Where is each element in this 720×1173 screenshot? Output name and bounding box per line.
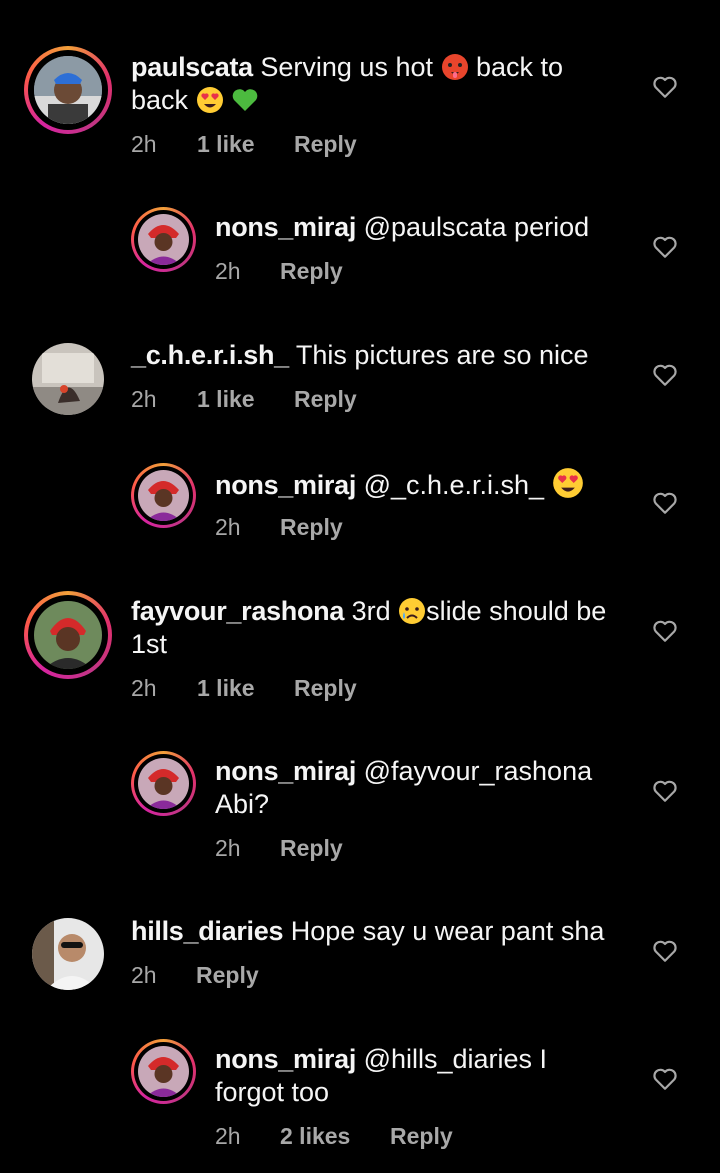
comment-time: 2h — [215, 258, 241, 284]
avatar[interactable] — [34, 601, 102, 669]
comment-time: 2h — [215, 514, 241, 540]
comment-time: 2h — [131, 386, 157, 412]
green-heart-emoji — [232, 89, 258, 111]
comment-item: paulscata Serving us hot back to back 2h… — [0, 0, 720, 190]
comment-username[interactable]: nons_miraj — [215, 1044, 356, 1074]
avatar[interactable] — [32, 918, 104, 990]
reply-item: nons_miraj @fayvour_rashona Abi? 2h Repl… — [0, 740, 720, 900]
comment-time: 2h — [215, 835, 241, 861]
heart-outline-icon[interactable] — [652, 75, 678, 99]
comment-username[interactable]: nons_miraj — [215, 212, 356, 242]
heart-outline-icon[interactable] — [652, 235, 678, 259]
reply-button[interactable]: Reply — [280, 514, 343, 541]
heart-outline-icon[interactable] — [652, 939, 678, 963]
reply-item: nons_miraj @hills_diaries I forgot too 2… — [0, 1030, 720, 1173]
heart-outline-icon[interactable] — [652, 779, 678, 803]
heart-eyes-emoji — [196, 87, 223, 113]
comment-text: paulscata Serving us hot back to back — [131, 52, 564, 115]
story-ring[interactable] — [131, 751, 196, 816]
avatar[interactable] — [138, 1046, 189, 1097]
heart-outline-icon[interactable] — [652, 1067, 678, 1091]
comment-username[interactable]: _c.h.e.r.i.sh_ — [131, 340, 289, 370]
like-count[interactable]: 1 like — [197, 131, 255, 158]
comment-time: 2h — [215, 1123, 241, 1149]
heart-outline-icon[interactable] — [652, 491, 678, 515]
story-ring[interactable] — [24, 46, 112, 134]
comment-time: 2h — [131, 131, 157, 157]
comment-item: _c.h.e.r.i.sh_ This pictures are so nice… — [0, 320, 720, 450]
reply-button[interactable]: Reply — [294, 386, 357, 413]
heart-outline-icon[interactable] — [652, 619, 678, 643]
reply-button[interactable]: Reply — [280, 835, 343, 862]
crying-face-emoji — [399, 598, 426, 624]
comment-username[interactable]: paulscata — [131, 52, 253, 82]
story-ring[interactable] — [131, 207, 196, 272]
story-ring[interactable] — [24, 591, 112, 679]
like-count[interactable]: 1 like — [197, 675, 255, 702]
like-count[interactable]: 2 likes — [280, 1123, 350, 1150]
reply-button[interactable]: Reply — [390, 1123, 453, 1150]
avatar[interactable] — [32, 343, 104, 415]
comment-item: fayvour_rashona 3rd slide should be 1st … — [0, 580, 720, 740]
avatar[interactable] — [138, 214, 189, 265]
comment-time: 2h — [131, 962, 157, 988]
heart-eyes-emoji — [552, 468, 583, 498]
avatar[interactable] — [34, 56, 102, 124]
avatar[interactable] — [138, 470, 189, 521]
avatar[interactable] — [138, 758, 189, 809]
reply-button[interactable]: Reply — [196, 962, 259, 989]
comment-username[interactable]: nons_miraj — [215, 756, 356, 786]
comment-username[interactable]: nons_miraj — [215, 470, 356, 500]
story-ring[interactable] — [131, 463, 196, 528]
reply-item: nons_miraj @paulscata period 2h Reply — [0, 190, 720, 320]
reply-item: nons_miraj @_c.h.e.r.i.sh_ 2h Reply — [0, 450, 720, 580]
reply-button[interactable]: Reply — [280, 258, 343, 285]
hot-face-emoji — [441, 54, 468, 80]
comment-username[interactable]: fayvour_rashona — [131, 596, 344, 626]
comment-item: hills_diaries Hope say u wear pant sha 2… — [0, 900, 720, 1030]
story-ring[interactable] — [131, 1039, 196, 1104]
comment-time: 2h — [131, 675, 157, 701]
reply-button[interactable]: Reply — [294, 675, 357, 702]
heart-outline-icon[interactable] — [652, 363, 678, 387]
like-count[interactable]: 1 like — [197, 386, 255, 413]
reply-button[interactable]: Reply — [294, 131, 357, 158]
comment-username[interactable]: hills_diaries — [131, 916, 283, 946]
